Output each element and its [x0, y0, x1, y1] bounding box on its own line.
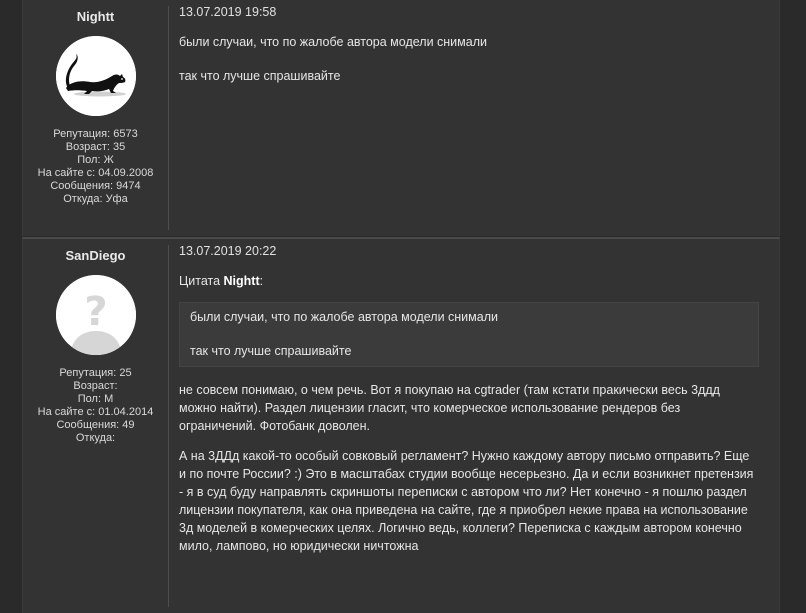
avatar[interactable] [55, 36, 136, 116]
post-body: не совсем понимаю, о чем речь. Вот я пок… [179, 381, 759, 555]
column-divider [168, 245, 169, 607]
post-content: 13.07.2019 19:58 были случаи, что по жал… [179, 0, 759, 85]
quote-line: были случаи, что по жалобе автора модели… [190, 310, 498, 324]
post-date: 13.07.2019 20:22 [179, 244, 277, 258]
panther-silhouette-icon [55, 36, 136, 116]
stat-gender: Пол: М [77, 393, 114, 405]
user-stats: Репутация: 25 Возраст: Пол: М На сайте с… [23, 367, 168, 445]
stat-age: Возраст: [73, 380, 118, 392]
avatar[interactable]: ? [55, 275, 136, 355]
post-paragraph: так что лучше спрашивайте [179, 69, 341, 83]
stat-reputation: Репутация: 25 [59, 367, 132, 379]
quote-author-link[interactable]: Nightt [224, 274, 260, 288]
stat-location: Откуда: Уфа [63, 193, 128, 205]
user-info-panel: SanDiego ? Репутация: 25 Возраст: Пол: М… [23, 239, 168, 613]
stat-gender: Пол: Ж [77, 154, 114, 166]
username-link[interactable]: Nightt [23, 10, 168, 26]
post-paragraph: не совсем понимаю, о чем речь. Вот я пок… [179, 383, 720, 433]
stat-messages: Сообщения: 9474 [50, 180, 141, 192]
user-stats: Репутация: 6573 Возраст: 35 Пол: Ж На са… [23, 128, 168, 206]
post-paragraph: А на 3ДДд какой-то особый совковый регла… [179, 449, 754, 553]
quote-suffix: : [259, 274, 264, 288]
forum-post: SanDiego ? Репутация: 25 Возраст: Пол: М… [22, 237, 780, 613]
post-date: 13.07.2019 19:58 [179, 5, 277, 19]
forum-post: Nightt Репутация: 6573 Возраст: 35 Пол: … [22, 0, 780, 236]
stat-joined: На сайте с: 04.09.2008 [37, 167, 154, 179]
stat-reputation: Репутация: 6573 [53, 128, 138, 140]
user-info-panel: Nightt Репутация: 6573 Возраст: 35 Пол: … [23, 0, 168, 236]
stat-joined: На сайте с: 01.04.2014 [37, 406, 154, 418]
quote-block: были случаи, что по жалобе автора модели… [179, 302, 759, 367]
quote-header: Цитата Nightt: [179, 272, 759, 290]
svg-text:?: ? [84, 289, 107, 335]
quote-line: так что лучше спрашивайте [190, 344, 352, 358]
username-link[interactable]: SanDiego [23, 249, 168, 265]
forum-page: Nightt Репутация: 6573 Возраст: 35 Пол: … [0, 0, 806, 613]
stat-location: Откуда: [75, 432, 116, 444]
post-paragraph: были случаи, что по жалобе автора модели… [179, 35, 487, 49]
stat-messages: Сообщения: 49 [56, 419, 135, 431]
post-content: 13.07.2019 20:22 Цитата Nightt: были слу… [179, 239, 759, 567]
stat-age: Возраст: 35 [65, 141, 126, 153]
quote-prefix: Цитата [179, 274, 224, 288]
question-mark-avatar-icon: ? [55, 275, 136, 355]
column-divider [168, 6, 169, 230]
